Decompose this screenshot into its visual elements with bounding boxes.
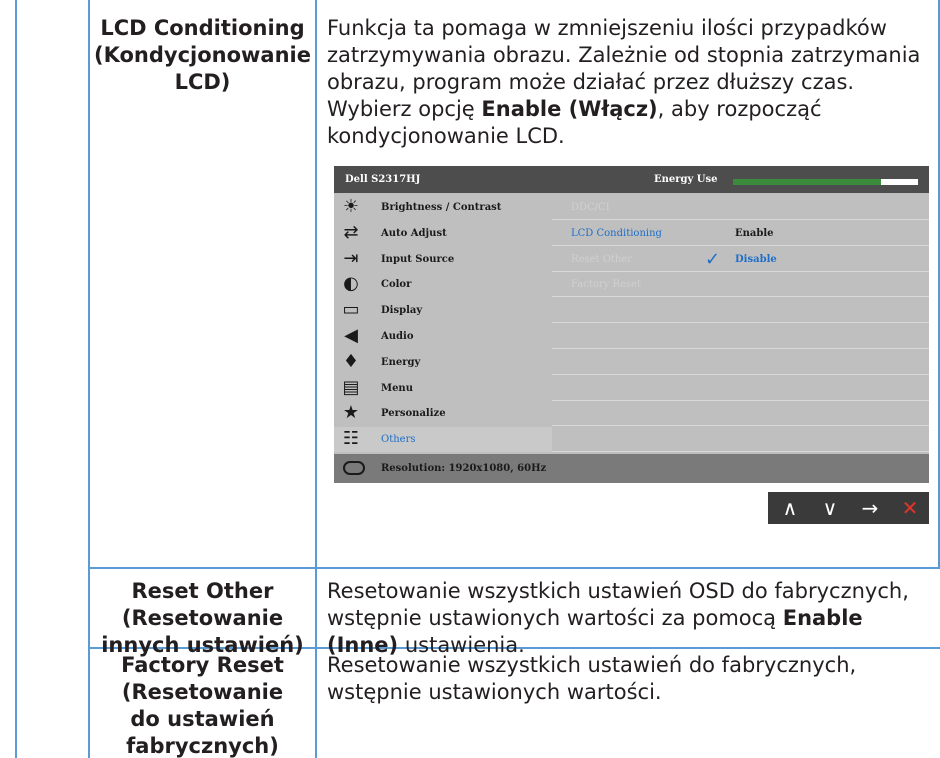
osd-option-row[interactable]: LCD Conditioning Enable — [552, 221, 929, 246]
audio-icon: ◀ — [344, 325, 358, 346]
osd-menu-item[interactable]: ♦ Energy — [334, 350, 552, 375]
input-source-icon: ⇥ — [343, 247, 359, 269]
osd-menu-label: Color — [381, 279, 412, 291]
desc-bold: Enable (Włącz) — [481, 97, 658, 121]
osd-menu-label: Input Source — [381, 253, 455, 265]
term-line: fabrycznych) — [126, 734, 279, 758]
osd-option-row[interactable]: DDC/CI — [552, 195, 929, 220]
menu-icon: ▤ — [342, 376, 360, 398]
osd-option-row[interactable]: Factory Reset — [552, 272, 929, 298]
osd-menu-label: Menu — [381, 382, 413, 394]
energy-use-label: Energy Use — [654, 174, 718, 185]
osd-menu-item[interactable]: ⇄ Auto Adjust — [334, 221, 552, 246]
term-line: LCD) — [174, 70, 231, 94]
energy-use-remaining — [881, 179, 918, 185]
energy-icon: ♦ — [342, 350, 360, 372]
osd-menu-label: Auto Adjust — [381, 227, 447, 239]
osd-option-row — [552, 401, 929, 427]
osd-option-row — [552, 376, 929, 401]
osd-menu-item[interactable]: ☀ Brightness / Contrast — [334, 195, 552, 220]
term-line: Reset Other — [131, 579, 274, 603]
osd-nav-buttons: ∧ ∨ → ✕ — [768, 492, 929, 524]
osd-title: Dell S2317HJ — [345, 174, 421, 185]
energy-use-bar — [733, 179, 918, 185]
term-line: LCD Conditioning — [100, 16, 305, 40]
osd-option-row — [552, 298, 929, 324]
osd-menu-item[interactable]: ▭ Display — [334, 298, 552, 323]
osd-main-menu: ☀ Brightness / Contrast ⇄ Auto Adjust ⇥ Input… — [334, 193, 552, 454]
osd-menu-item[interactable]: ⇥ Input Source — [334, 247, 552, 272]
desc-reset-other: Resetowanie wszystkich ustawień OSD do f… — [327, 578, 937, 659]
osd-option-label: DDC/CI — [571, 202, 610, 213]
osd-menu-label: Personalize — [381, 408, 446, 420]
osd-menu-label: Energy — [381, 356, 421, 368]
osd-menu-label: Display — [381, 305, 423, 317]
star-icon: ★ — [342, 402, 360, 424]
close-button[interactable]: ✕ — [890, 492, 930, 524]
desc-text: Resetowanie wszystkich ustawień do fabry… — [327, 653, 857, 704]
resolution-label: Resolution: 1920x1080, 60Hz — [381, 463, 547, 474]
term-reset-other: Reset Other (Resetowanie innych ustawień… — [90, 578, 315, 659]
display-icon: ▭ — [342, 299, 360, 321]
osd-option-row — [552, 350, 929, 375]
auto-adjust-icon: ⇄ — [343, 221, 359, 243]
down-button[interactable]: ∨ — [810, 492, 850, 524]
osd-option-row[interactable]: Reset Other ✓ Disable — [552, 247, 929, 272]
osd-option-value[interactable]: Disable — [735, 254, 777, 265]
osd-menu-label: Others — [381, 434, 416, 446]
osd-menu-item[interactable]: ☷ Others — [334, 427, 552, 453]
osd-option-label: Factory Reset — [571, 279, 641, 291]
brightness-icon: ☀ — [342, 196, 360, 217]
osd-option-value[interactable]: Enable — [735, 228, 774, 239]
checkmark-icon: ✓ — [705, 248, 721, 270]
term-factory-reset: Factory Reset (Resetowanie do ustawień f… — [90, 652, 315, 758]
desc-lcd-conditioning: Funkcja ta pomaga w zmniejszeniu ilości … — [327, 15, 927, 150]
term-line: (Resetowanie — [121, 680, 284, 704]
others-icon: ☷ — [342, 428, 360, 450]
term-lcd-conditioning: LCD Conditioning (Kondycjonowanie LCD) — [90, 15, 315, 96]
osd-footer: Resolution: 1920x1080, 60Hz — [334, 454, 929, 483]
row-divider-1 — [88, 567, 940, 569]
table-border-col — [315, 0, 317, 758]
osd-option-row — [552, 324, 929, 349]
desc-factory-reset: Resetowanie wszystkich ustawień do fabry… — [327, 652, 927, 706]
osd-option-label: Reset Other — [571, 253, 633, 265]
up-button[interactable]: ∧ — [770, 492, 810, 524]
osd-menu-label: Audio — [381, 331, 414, 342]
term-line: Factory Reset — [121, 653, 284, 677]
osd-option-row — [552, 427, 929, 453]
enter-button[interactable]: → — [850, 492, 890, 524]
term-line: do ustawień — [130, 707, 275, 731]
term-line: (Kondycjonowanie — [93, 43, 311, 67]
osd-menu-label: Brightness / Contrast — [381, 202, 502, 213]
energy-use-fill — [733, 179, 881, 185]
osd-menu-item[interactable]: ▤ Menu — [334, 376, 552, 401]
osd-submenu: DDC/CI LCD Conditioning Enable Reset Other ✓… — [552, 193, 929, 454]
table-border-left — [15, 0, 17, 758]
resolution-icon — [343, 461, 365, 475]
osd-menu-item[interactable]: ◐ Color — [334, 272, 552, 297]
osd-menu-item[interactable]: ★ Personalize — [334, 401, 552, 426]
osd-menu-item[interactable]: ◀ Audio — [334, 324, 552, 349]
osd-menu-screenshot: Dell S2317HJ Energy Use ☀ Brightness / Co… — [334, 166, 929, 483]
term-line: (Resetowanie — [121, 606, 284, 630]
osd-option-label: LCD Conditioning — [571, 227, 662, 239]
color-icon: ◐ — [343, 273, 359, 295]
